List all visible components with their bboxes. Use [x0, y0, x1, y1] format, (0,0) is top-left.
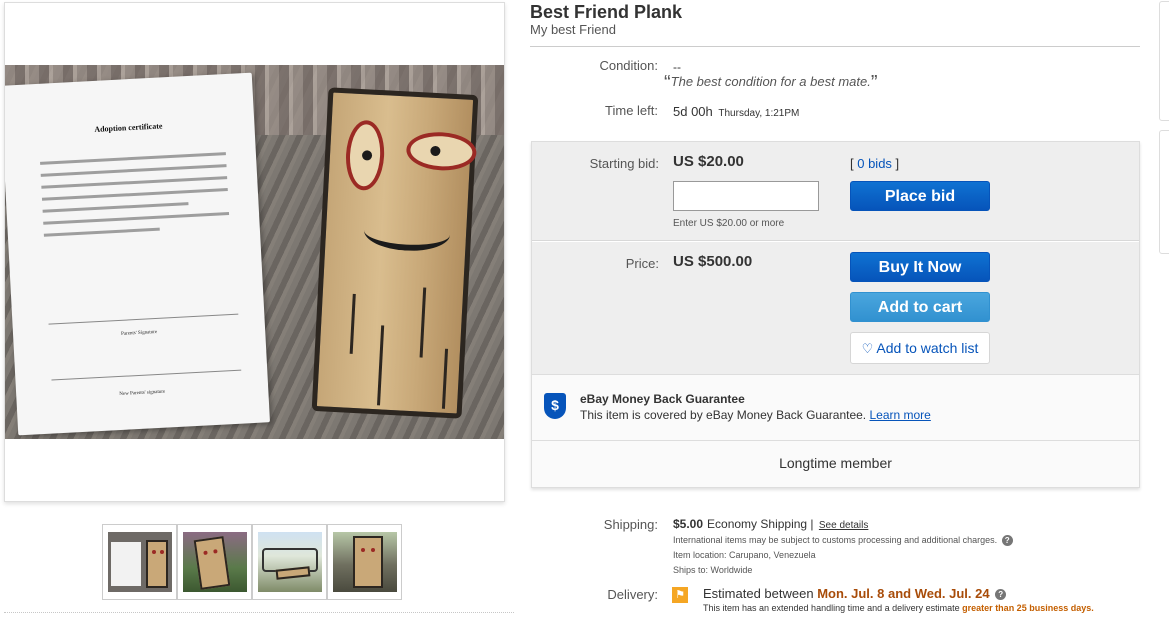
help-icon[interactable]: ? — [1001, 535, 1013, 547]
new-parents-signature-label: New Parents' signature — [119, 389, 166, 398]
condition-label: Condition: — [599, 58, 658, 73]
delivery-estimate: Estimated between Mon. Jul. 8 and Wed. J… — [703, 586, 1007, 601]
delivery-note: This item has an extended handling time … — [703, 602, 1123, 614]
wood-crack — [419, 287, 427, 358]
buy-it-now-button[interactable]: Buy It Now — [850, 252, 990, 282]
certificate-text-line — [42, 202, 189, 213]
price-label: Price: — [625, 256, 659, 271]
wood-crack — [377, 325, 385, 406]
open-quote-icon: “ — [664, 72, 671, 94]
time-left-remaining: 5d 00h — [673, 104, 713, 119]
place-bid-button[interactable]: Place bid — [850, 181, 990, 211]
delivery-prefix: Estimated between — [703, 586, 814, 601]
wood-crack — [349, 293, 356, 354]
divider — [532, 241, 1139, 242]
parents-signature-label: Parents' Signature — [121, 329, 158, 337]
signature-line — [51, 369, 242, 381]
shipping-label: Shipping: — [603, 517, 658, 532]
main-photo[interactable]: Adoption certificate Parents' Signature … — [5, 65, 504, 439]
thumbnail-image — [257, 532, 322, 592]
money-back-guarantee: $ eBay Money Back Guarantee This item is… — [532, 374, 1139, 440]
customs-note: International items may be subject to cu… — [673, 535, 1013, 547]
buy-price: US $500.00 — [673, 253, 753, 270]
condition-quote-text: The best condition for a best mate. — [670, 74, 871, 89]
watch-list-label: Add to watch list — [876, 340, 979, 356]
thumbnail-4[interactable] — [327, 524, 402, 600]
time-left-value: 5d 00h Thursday, 1:21PM — [673, 104, 799, 119]
divider — [530, 46, 1140, 47]
main-image-viewer[interactable]: Adoption certificate Parents' Signature … — [4, 2, 505, 502]
guarantee-title: eBay Money Back Guarantee — [580, 392, 745, 406]
see-details-link[interactable]: See details — [819, 520, 868, 531]
time-left-label: Time left: — [605, 103, 658, 118]
delivery-note-emphasis: greater than 25 business days. — [962, 603, 1094, 613]
bids-link[interactable]: 0 bids — [857, 156, 892, 171]
condition-quote: “The best condition for a best mate.” — [664, 72, 878, 95]
learn-more-link[interactable]: Learn more — [869, 408, 930, 422]
delivery-label: Delivery: — [607, 587, 658, 602]
certificate-text-line — [40, 164, 227, 177]
shield-dollar-icon: $ — [544, 393, 566, 419]
delivery-flag-icon: ⚑ — [672, 587, 688, 603]
listing-title: Best Friend Plank — [530, 2, 683, 22]
adoption-certificate-paper: Adoption certificate Parents' Signature … — [5, 72, 270, 436]
seller-member-status: Longtime member — [532, 440, 1139, 487]
side-panel-card — [1159, 1, 1169, 121]
certificate-text-line — [43, 227, 160, 237]
certificate-title: Adoption certificate — [94, 121, 163, 134]
shipping-method: Economy Shipping — [707, 517, 808, 531]
listing-subtitle: My best Friend — [530, 22, 616, 37]
thumbnail-image — [182, 532, 247, 592]
guarantee-description: This item is covered by eBay Money Back … — [580, 408, 867, 422]
starting-bid-label: Starting bid: — [589, 156, 659, 171]
starting-bid-price: US $20.00 — [673, 153, 744, 170]
purchase-panel: Starting bid: US $20.00 [ 0 bids ] Enter… — [531, 141, 1140, 488]
close-quote-icon: ” — [870, 72, 878, 94]
plank-left-eye — [344, 119, 386, 192]
help-icon[interactable]: ? — [995, 589, 1007, 601]
certificate-text-line — [41, 176, 228, 189]
thumbnail-2[interactable] — [177, 524, 252, 600]
heart-icon: ♡ — [861, 341, 874, 356]
bid-count: [ 0 bids ] — [850, 156, 900, 171]
plank-right-eye — [405, 130, 478, 173]
divider — [4, 612, 514, 613]
add-to-watch-list-button[interactable]: ♡ Add to watch list — [850, 332, 990, 364]
guarantee-text: This item is covered by eBay Money Back … — [580, 408, 931, 422]
time-left-end: Thursday, 1:21PM — [718, 108, 800, 119]
item-location: Item location: Carupano, Venezuela — [673, 550, 816, 560]
plank-mouth — [363, 212, 451, 253]
thumbnail-1[interactable] — [102, 524, 177, 600]
delivery-note-text: This item has an extended handling time … — [703, 603, 960, 613]
bid-hint: Enter US $20.00 or more — [673, 218, 785, 229]
shipping-cost: $5.00 — [673, 517, 704, 531]
customs-note-text: International items may be subject to cu… — [673, 535, 998, 545]
bid-amount-input[interactable] — [673, 181, 819, 211]
add-to-cart-button[interactable]: Add to cart — [850, 292, 990, 322]
certificate-text-line — [43, 212, 230, 225]
thumbnail-image — [107, 532, 172, 592]
wood-crack — [441, 348, 449, 409]
thumbnail-3[interactable] — [252, 524, 327, 600]
plank-character — [311, 87, 479, 419]
certificate-text-line — [40, 152, 226, 165]
delivery-dates: Mon. Jul. 8 and Wed. Jul. 24 — [817, 586, 990, 601]
signature-line — [48, 313, 239, 325]
thumbnail-image — [332, 532, 397, 592]
certificate-text-line — [41, 188, 228, 201]
side-panel-card — [1159, 130, 1169, 254]
shipping-value: $5.00 Economy Shipping | See details — [673, 517, 869, 531]
ships-to: Ships to: Worldwide — [673, 565, 753, 575]
thumbnail-strip — [102, 524, 402, 600]
